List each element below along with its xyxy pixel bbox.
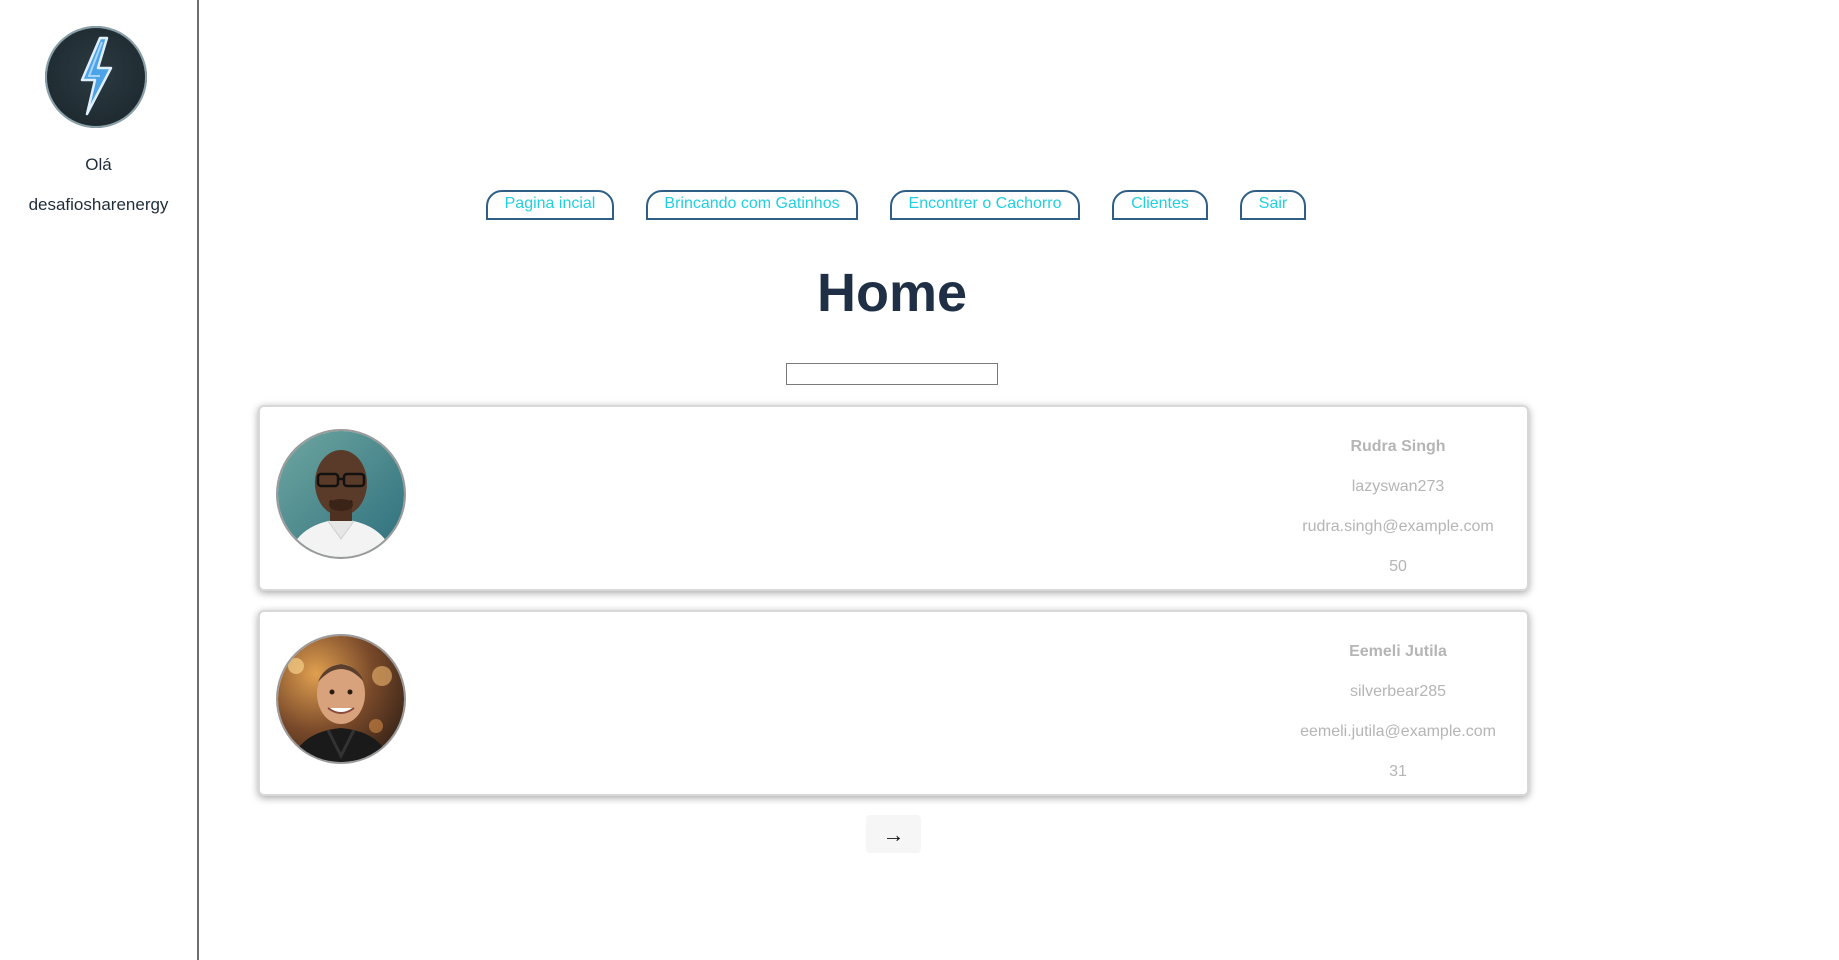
greeting-text: Olá	[85, 155, 112, 174]
user-card: Rudra Singh lazyswan273 rudra.singh@exam…	[258, 405, 1529, 591]
user-age: 31	[1389, 763, 1407, 780]
nav-home-button[interactable]: Pagina incial	[486, 190, 614, 220]
user-card: Eemeli Jutila silverbear285 eemeli.jutil…	[258, 610, 1529, 796]
user-info: Rudra Singh lazyswan273 rudra.singh@exam…	[1283, 427, 1513, 587]
user-email: eemeli.jutila@example.com	[1300, 723, 1496, 740]
lightning-bolt-icon	[80, 36, 113, 116]
user-username: silverbear285	[1349, 683, 1447, 700]
user-info: Eemeli Jutila silverbear285 eemeli.jutil…	[1283, 632, 1513, 792]
user-email: rudra.singh@example.com	[1302, 518, 1494, 535]
user-name: Eemeli Jutila	[1349, 643, 1447, 660]
nav-dog-button[interactable]: Encontrer o Cachorro	[890, 190, 1080, 220]
top-nav: Pagina incial Brincando com Gatinhos Enc…	[0, 190, 1839, 222]
sidebar: Olá desafiosharenergy	[0, 0, 199, 960]
user-age: 50	[1389, 558, 1407, 575]
nav-clients-button[interactable]: Clientes	[1112, 190, 1208, 220]
search-input[interactable]	[786, 363, 998, 385]
nav-cats-button[interactable]: Brincando com Gatinhos	[646, 190, 858, 220]
user-username: lazyswan273	[1351, 478, 1445, 495]
user-avatar	[276, 634, 406, 764]
logo-avatar	[45, 26, 147, 128]
page-title: Home	[816, 263, 968, 323]
nav-logout-button[interactable]: Sair	[1240, 190, 1306, 220]
next-page-button[interactable]: →	[866, 815, 921, 853]
user-name: Rudra Singh	[1350, 438, 1446, 455]
user-avatar	[276, 429, 406, 559]
